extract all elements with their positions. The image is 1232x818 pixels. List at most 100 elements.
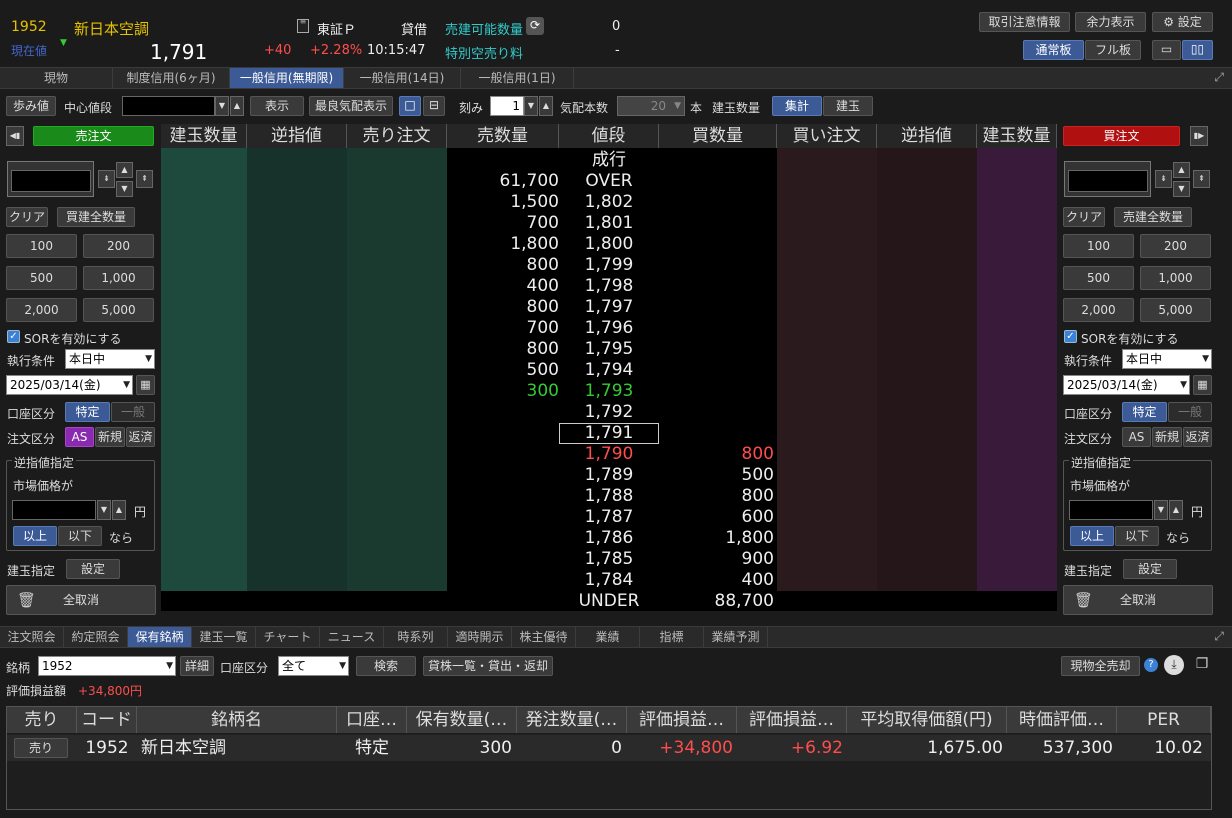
book-row[interactable]: 1,500 1,802 — [161, 192, 1057, 213]
price-cell[interactable]: 1,796 — [559, 318, 659, 339]
price-cell[interactable]: 1,802 — [559, 192, 659, 213]
tab-system-margin[interactable]: 制度信用(6ヶ月) — [113, 68, 230, 88]
calendar-icon[interactable]: ▦ — [136, 375, 155, 395]
buy-qty-cell[interactable] — [659, 276, 774, 297]
price-cell[interactable]: 1,799 — [559, 255, 659, 276]
order-as-button[interactable]: AS — [65, 427, 94, 447]
col-order-qty[interactable]: 発注数量(… — [517, 707, 627, 733]
tab-timeseries[interactable]: 時系列 — [384, 627, 448, 647]
price-cell[interactable]: UNDER — [559, 591, 659, 611]
position-button[interactable]: 建玉 — [823, 96, 873, 116]
sell-qty-cell[interactable] — [447, 570, 559, 591]
book-row[interactable]: 1,788 800 — [161, 486, 1057, 507]
sell-qty-cell[interactable] — [447, 402, 559, 423]
tick-select[interactable]: 1 — [490, 96, 524, 116]
above-button[interactable]: 以上 — [1070, 526, 1114, 546]
buy-qty-cell[interactable]: 800 — [659, 486, 774, 507]
buy-qty-input[interactable] — [1068, 170, 1148, 192]
order-return-button[interactable]: 返済 — [126, 427, 155, 447]
book-row[interactable]: 1,792 — [161, 402, 1057, 423]
price-cell[interactable]: 1,787 — [559, 507, 659, 528]
tick-up-icon[interactable]: ▲ — [539, 96, 553, 116]
normal-board-button[interactable]: 通常板 — [1023, 40, 1084, 60]
download-icon[interactable]: ⤓ — [1164, 655, 1184, 675]
trade-caution-button[interactable]: 取引注意情報 — [979, 12, 1070, 32]
buy-qty-cell[interactable] — [659, 360, 774, 381]
price-cell[interactable]: 1,784 — [559, 570, 659, 591]
col-name[interactable]: 銘柄名 — [137, 707, 337, 733]
buy-qty-cell[interactable] — [659, 255, 774, 276]
order-new-button[interactable]: 新規 — [1152, 427, 1182, 447]
qty-500-button[interactable]: 500 — [6, 266, 77, 290]
tab-position-list[interactable]: 建玉一覧 — [192, 627, 256, 647]
sell-qty-cell[interactable] — [447, 486, 559, 507]
qty-200-button[interactable]: 200 — [1140, 234, 1211, 258]
buy-qty-cell[interactable]: 400 — [659, 570, 774, 591]
tab-indicators[interactable]: 指標 — [640, 627, 704, 647]
book-row[interactable]: 1,785 900 — [161, 549, 1057, 570]
tab-performance[interactable]: 業績 — [576, 627, 640, 647]
price-cell[interactable]: 1,793 — [559, 381, 659, 402]
buy-qty-cell[interactable]: 1,800 — [659, 528, 774, 549]
sell-qty-cell[interactable] — [447, 591, 559, 611]
col-market-value[interactable]: 時価評価… — [1007, 707, 1117, 733]
buy-qty-cell[interactable] — [659, 171, 774, 192]
stop-price-input[interactable] — [1069, 500, 1153, 520]
book-row[interactable]: 700 1,796 — [161, 318, 1057, 339]
book-row[interactable]: UNDER 88,700 — [161, 591, 1057, 611]
buy-qty-cell[interactable]: 600 — [659, 507, 774, 528]
tab-holdings[interactable]: 保有銘柄 — [128, 627, 192, 647]
sell-qty-cell[interactable]: 1,500 — [447, 192, 559, 213]
qty-100-button[interactable]: 100 — [1063, 234, 1134, 258]
sell-qty-cell[interactable] — [447, 549, 559, 570]
account-specific-button[interactable]: 特定 — [1122, 402, 1167, 422]
col-sell[interactable]: 売り — [7, 707, 77, 733]
book-row[interactable]: 1,800 1,800 — [161, 234, 1057, 255]
price-cell[interactable]: 1,789 — [559, 465, 659, 486]
price-cell[interactable]: 1,788 — [559, 486, 659, 507]
col-avg-price[interactable]: 平均取得価額(円) — [847, 707, 1007, 733]
account-filter-select[interactable]: 全て ▼ — [278, 656, 349, 676]
buy-qty-cell[interactable] — [659, 297, 774, 318]
refresh-icon[interactable]: ⟳ — [526, 17, 544, 35]
stop-price-down-icon[interactable]: ▼ — [97, 500, 111, 520]
qty-100-button[interactable]: 100 — [6, 234, 77, 258]
buy-qty-cell[interactable] — [659, 423, 774, 444]
book-row[interactable]: 1,784 400 — [161, 570, 1057, 591]
position-set-button[interactable]: 設定 — [1123, 559, 1177, 579]
search-button[interactable]: 検索 — [356, 656, 416, 676]
help-icon[interactable]: ? — [1144, 658, 1158, 672]
document-icon[interactable]: ≡ — [297, 18, 309, 33]
center-price-dropdown-icon[interactable]: ▼ — [215, 96, 229, 116]
account-specific-button[interactable]: 特定 — [65, 402, 110, 422]
clear-button[interactable]: クリア — [6, 207, 48, 227]
col-code[interactable]: コード — [77, 707, 137, 733]
double-layout-icon[interactable]: ▯▯ — [1182, 40, 1213, 60]
qty-5000-button[interactable]: 5,000 — [1140, 298, 1211, 322]
buy-qty-cell[interactable] — [659, 318, 774, 339]
stop-price-down-icon[interactable]: ▼ — [1154, 500, 1168, 520]
sell-qty-cell[interactable] — [447, 423, 559, 444]
buy-qty-cell[interactable]: 500 — [659, 465, 774, 486]
sell-qty-cell[interactable]: 500 — [447, 360, 559, 381]
book-row[interactable]: 1,791 — [161, 423, 1057, 444]
price-cell[interactable]: 1,785 — [559, 549, 659, 570]
copy-icon[interactable]: ❐ — [1193, 656, 1211, 674]
book-row[interactable]: 700 1,801 — [161, 213, 1057, 234]
col-pl-pct[interactable]: 評価損益… — [737, 707, 847, 733]
order-new-button[interactable]: 新規 — [95, 427, 125, 447]
qty-200-button[interactable]: 200 — [83, 234, 154, 258]
qty-5000-button[interactable]: 5,000 — [83, 298, 154, 322]
expand-icon[interactable]: ⤢ — [1214, 70, 1224, 85]
tab-general-margin-unlimited[interactable]: 一般信用(無期限) — [230, 68, 344, 88]
sell-qty-cell[interactable]: 700 — [447, 318, 559, 339]
clear-button[interactable]: クリア — [1063, 207, 1105, 227]
all-qty-button[interactable]: 売建全数量 — [1114, 207, 1192, 227]
buy-qty-cell[interactable] — [659, 402, 774, 423]
price-cell[interactable]: 成行 — [559, 150, 659, 171]
stop-price-input[interactable] — [12, 500, 96, 520]
single-layout-icon[interactable]: ▭ — [1152, 40, 1181, 60]
qty-2000-button[interactable]: 2,000 — [1063, 298, 1134, 322]
book-row[interactable]: 800 1,797 — [161, 297, 1057, 318]
capacity-button[interactable]: 余力表示 — [1075, 12, 1146, 32]
